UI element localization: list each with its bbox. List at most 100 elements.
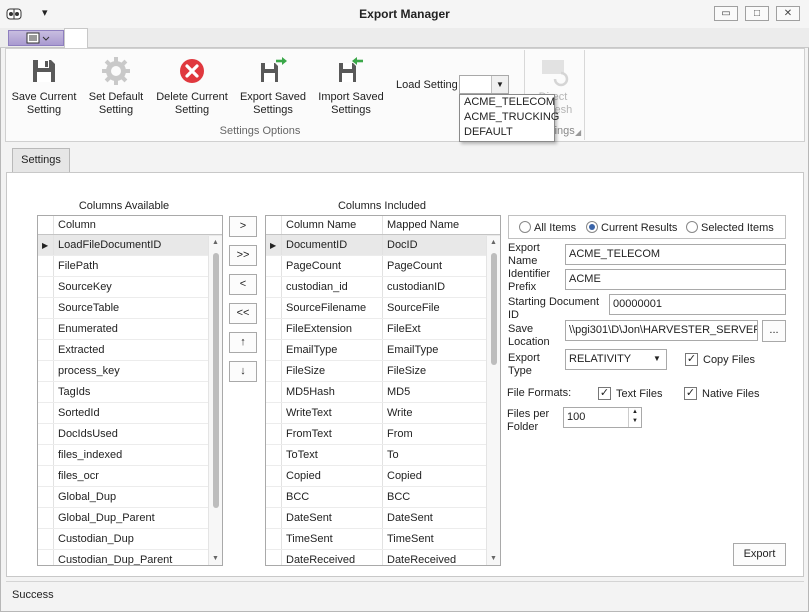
list-item[interactable]: ▶ LoadFileDocumentID	[38, 235, 222, 256]
application-menu-button[interactable]	[8, 30, 64, 46]
list-item[interactable]: Custodian_Dup	[38, 529, 222, 550]
close-button[interactable]: ✕	[776, 6, 800, 21]
minimize-button[interactable]: ▭	[714, 6, 738, 21]
remove-column-button[interactable]: <	[229, 274, 257, 295]
add-all-columns-button[interactable]: >>	[229, 245, 257, 266]
export-saved-settings-button[interactable]: Export Saved Settings	[236, 55, 310, 117]
floppy-icon	[28, 55, 60, 87]
maximize-button[interactable]: □	[745, 6, 769, 21]
mapped-name-header[interactable]: Mapped Name	[383, 216, 487, 234]
list-item[interactable]: Enumerated	[38, 319, 222, 340]
column-name-cell: DateSent	[282, 508, 383, 528]
move-up-button[interactable]: ↑	[229, 332, 257, 353]
option-acme-telecom[interactable]: ACME_TELECOM	[460, 95, 555, 110]
list-item[interactable]: Global_Dup	[38, 487, 222, 508]
save-location-field[interactable]: \\pgi301\D\Jon\HARVESTER_SERVER_	[565, 320, 758, 341]
radio-all-items[interactable]: All Items	[519, 221, 576, 234]
scroll-down-icon[interactable]: ▼	[212, 555, 219, 562]
mapped-name-cell: DateSent	[387, 512, 433, 524]
table-row[interactable]: custodian_id custodianID	[266, 277, 500, 298]
chevron-down-icon[interactable]: ▼	[491, 76, 508, 93]
column-name-cell: custodian_id	[282, 277, 383, 297]
table-row[interactable]: ToText To	[266, 445, 500, 466]
identifier-prefix-field[interactable]: ACME	[565, 269, 786, 290]
scroll-up-icon[interactable]: ▲	[212, 239, 219, 246]
row-indicator	[38, 445, 54, 465]
table-row[interactable]: PageCount PageCount	[266, 256, 500, 277]
columns-available-grid: Column ▶ LoadFileDocumentID FilePath Source…	[37, 215, 223, 566]
table-row[interactable]: ▶ DocumentID DocID	[266, 235, 500, 256]
ribbon-home-tab[interactable]	[64, 28, 88, 49]
starting-document-id-field[interactable]: 00000001	[609, 294, 786, 315]
browse-button[interactable]: ...	[762, 320, 786, 342]
table-row[interactable]: EmailType EmailType	[266, 340, 500, 361]
list-item[interactable]: SortedId	[38, 403, 222, 424]
list-item[interactable]: Extracted	[38, 340, 222, 361]
settings-options-group-label: Settings Options	[219, 125, 301, 137]
move-down-button[interactable]: ↓	[229, 361, 257, 382]
export-button[interactable]: Export	[733, 543, 786, 566]
list-item[interactable]: SourceKey	[38, 277, 222, 298]
columns-included-scrollbar[interactable]: ▲ ▼	[486, 236, 500, 565]
row-indicator	[38, 529, 54, 549]
table-row[interactable]: DateReceived DateReceived	[266, 550, 500, 566]
copy-files-checkbox[interactable]: ✓	[685, 353, 698, 366]
columns-available-rows: ▶ LoadFileDocumentID FilePath SourceKey Sour…	[38, 235, 222, 565]
list-item[interactable]: files_ocr	[38, 466, 222, 487]
table-row[interactable]: FileExtension FileExt	[266, 319, 500, 340]
stepper-arrows-icon[interactable]: ▲ ▼	[628, 408, 641, 427]
native-files-checkbox[interactable]: ✓	[684, 387, 697, 400]
table-row[interactable]: WriteText Write	[266, 403, 500, 424]
list-item[interactable]: TagIds	[38, 382, 222, 403]
table-row[interactable]: FileSize FileSize	[266, 361, 500, 382]
column-header[interactable]: Column	[54, 216, 210, 234]
list-item[interactable]: Custodian_Dup_Parent	[38, 550, 222, 565]
list-item[interactable]: process_key	[38, 361, 222, 382]
column-name-header[interactable]: Column Name	[282, 216, 383, 234]
list-item[interactable]: DocIdsUsed	[38, 424, 222, 445]
option-default[interactable]: DEFAULT	[460, 125, 554, 140]
option-acme-trucking[interactable]: ACME_TRUCKING	[460, 110, 559, 125]
column-name-cell: BCC	[282, 487, 383, 507]
radio-current-results[interactable]: Current Results	[586, 221, 677, 234]
table-row[interactable]: SourceFilename SourceFile	[266, 298, 500, 319]
list-item[interactable]: SourceTable	[38, 298, 222, 319]
table-row[interactable]: Copied Copied	[266, 466, 500, 487]
mapped-name-cell: BCC	[387, 491, 411, 503]
columns-available-scrollbar[interactable]: ▲ ▼	[208, 236, 222, 565]
set-default-setting-button[interactable]: Set Default Setting	[84, 55, 148, 117]
list-item[interactable]: files_indexed	[38, 445, 222, 466]
import-saved-settings-button[interactable]: Import Saved Settings	[314, 55, 388, 117]
chevron-down-icon[interactable]: ▼	[653, 354, 661, 363]
column-name-cell: DateReceived	[282, 550, 383, 565]
mapped-name-cell: SourceFile	[387, 302, 440, 314]
row-indicator	[38, 382, 54, 402]
table-row[interactable]: TimeSent TimeSent	[266, 529, 500, 550]
remove-all-columns-button[interactable]: <<	[229, 303, 257, 324]
table-row[interactable]: BCC BCC	[266, 487, 500, 508]
menu-icon	[26, 32, 50, 44]
scroll-up-icon[interactable]: ▲	[490, 239, 497, 246]
scroll-thumb[interactable]	[491, 253, 497, 365]
table-row[interactable]: DateSent DateSent	[266, 508, 500, 529]
list-item[interactable]: FilePath	[38, 256, 222, 277]
add-column-button[interactable]: >	[229, 216, 257, 237]
scroll-thumb[interactable]	[213, 253, 219, 508]
export-name-field[interactable]: ACME_TELECOM	[565, 244, 786, 265]
native-files-label: Native Files	[702, 388, 760, 400]
row-indicator	[266, 340, 282, 360]
list-item[interactable]: Global_Dup_Parent	[38, 508, 222, 529]
scroll-down-icon[interactable]: ▼	[490, 555, 497, 562]
mapped-name-cell: DateReceived	[387, 554, 457, 566]
group-expander-icon[interactable]: ◢	[575, 128, 581, 137]
text-files-checkbox[interactable]: ✓	[598, 387, 611, 400]
table-row[interactable]: MD5Hash MD5	[266, 382, 500, 403]
delete-current-setting-button[interactable]: Delete Current Setting	[152, 55, 232, 117]
export-type-select[interactable]: RELATIVITY	[565, 349, 667, 370]
row-indicator	[266, 361, 282, 381]
tab-settings[interactable]: Settings	[12, 148, 70, 172]
export-saved-label-2: Settings	[253, 104, 293, 116]
table-row[interactable]: FromText From	[266, 424, 500, 445]
radio-selected-items[interactable]: Selected Items	[686, 221, 774, 234]
save-current-setting-button[interactable]: Save Current Setting	[8, 55, 80, 117]
